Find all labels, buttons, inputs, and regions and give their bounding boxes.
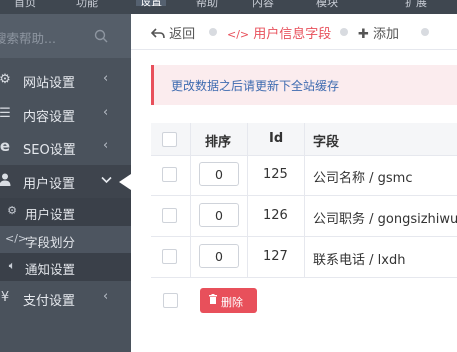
header-field-cell: 字段 xyxy=(304,123,457,155)
row-checkbox[interactable] xyxy=(162,249,177,264)
row-field: 公司名称 / gsmc xyxy=(313,171,413,186)
sidebar-item-user-settings[interactable]: 用户设置 xyxy=(0,165,131,198)
sidebar-search[interactable]: 搜索帮助... xyxy=(0,14,131,58)
row-id: 127 xyxy=(263,249,288,264)
gear-icon: ⚙ xyxy=(7,204,17,217)
plus-icon: ✚ xyxy=(358,27,369,42)
tab-add-label: 添加 xyxy=(373,27,400,42)
active-menu-pointer xyxy=(119,174,131,190)
submenu-item-label: 字段划分 xyxy=(25,235,76,250)
order-input[interactable]: 0 xyxy=(199,203,239,227)
seo-e-icon: e xyxy=(0,137,11,155)
submenu-item-field-division[interactable]: </> 字段划分 xyxy=(0,226,131,253)
main-content: 返回 </> 用户信息字段 ✚ 添加 更改数据之后请更新下全站缓存 排序 Id xyxy=(131,14,457,352)
sidebar-item-label: 网站设置 xyxy=(23,76,76,91)
top-nav-item[interactable]: 首页 xyxy=(14,0,36,9)
user-settings-submenu: ⚙ 用户设置 </> 字段划分 🔈︎ 通知设置 xyxy=(0,198,131,281)
table-row: 0 127 联系电话 / lxdh xyxy=(151,237,457,278)
header-order-cell: 排序 xyxy=(190,123,248,155)
row-select-cell xyxy=(151,155,191,195)
delete-button[interactable]: 删除 xyxy=(200,288,257,313)
tab-separator-dot xyxy=(340,28,348,36)
list-icon: ☰ xyxy=(0,106,11,121)
row-order-cell: 0 xyxy=(190,237,248,277)
chevron-left-icon: ‹ xyxy=(103,138,109,153)
search-input[interactable]: 搜索帮助... xyxy=(0,28,56,47)
sidebar-item-payment-settings[interactable]: ¥ 支付设置 ‹ xyxy=(0,282,131,314)
back-label: 返回 xyxy=(169,27,196,42)
sidebar-item-label: SEO设置 xyxy=(23,143,76,158)
submenu-item-notification-settings[interactable]: 🔈︎ 通知设置 xyxy=(0,253,131,280)
table-header-row: 排序 Id 字段 xyxy=(151,123,457,156)
table-row: 0 125 公司名称 / gsmc xyxy=(151,155,457,196)
row-id-cell: 125 xyxy=(247,155,305,195)
alert-message: 更改数据之后请更新下全站缓存 xyxy=(171,79,340,93)
row-field-cell: 公司名称 / gsmc xyxy=(304,155,457,195)
search-icon[interactable] xyxy=(94,28,108,47)
sidebar-item-site-settings[interactable]: ⚙ 网站设置 ‹ xyxy=(0,64,131,96)
sidebar-item-label: 内容设置 xyxy=(23,110,76,125)
header-select-cell xyxy=(151,123,191,155)
order-input[interactable]: 0 xyxy=(199,162,239,186)
sidebar-item-label: 支付设置 xyxy=(23,294,76,309)
yen-icon: ¥ xyxy=(0,290,10,305)
back-arrow-icon xyxy=(150,27,169,42)
tab-bar: 返回 </> 用户信息字段 ✚ 添加 xyxy=(131,14,457,50)
row-order-cell: 0 xyxy=(190,155,248,195)
row-field: 公司职务 / gongsizhiwu xyxy=(313,212,457,227)
submenu-item-label: 通知设置 xyxy=(25,262,76,277)
table-row: 0 126 公司职务 / gongsizhiwu xyxy=(151,196,457,237)
row-field-cell: 联系电话 / lxdh xyxy=(304,237,457,277)
row-id-cell: 127 xyxy=(247,237,305,277)
code-icon: </> xyxy=(227,28,250,41)
code-icon: </> xyxy=(5,232,28,245)
row-field: 联系电话 / lxdh xyxy=(313,253,406,268)
tab-current-label: 用户信息字段 xyxy=(253,27,332,42)
row-checkbox[interactable] xyxy=(162,167,177,182)
row-id: 126 xyxy=(263,208,288,223)
header-id-cell: Id xyxy=(247,123,305,155)
sidebar-item-seo-settings[interactable]: e SEO设置 ‹ xyxy=(0,131,131,163)
cache-alert: 更改数据之后请更新下全站缓存 xyxy=(151,65,457,105)
chevron-left-icon: ‹ xyxy=(103,289,109,304)
delete-button-label: 删除 xyxy=(221,296,243,309)
sidebar-item-label: 用户设置 xyxy=(23,177,76,192)
tab-current[interactable]: </> 用户信息字段 xyxy=(227,23,331,42)
volume-icon: 🔈︎ xyxy=(8,259,16,272)
top-nav-item[interactable]: 内容 xyxy=(252,0,274,9)
tab-add[interactable]: ✚ 添加 xyxy=(358,23,399,42)
row-checkbox[interactable] xyxy=(162,208,177,223)
top-nav-item[interactable]: 帮助 xyxy=(196,0,218,9)
sidebar: 搜索帮助... ⚙ 网站设置 ‹ ☰ 内容设置 ‹ e SEO设置 ‹ 用户设置… xyxy=(0,14,131,352)
chevron-left-icon: ‹ xyxy=(103,105,109,120)
back-tab[interactable]: 返回 xyxy=(150,23,196,42)
top-nav-item[interactable]: 功能 xyxy=(76,0,98,9)
submenu-item-label: 用户设置 xyxy=(25,207,76,222)
gear-icon: ⚙ xyxy=(0,72,11,87)
row-select-cell xyxy=(151,237,191,277)
top-nav-bar: 首页 功能 设置 帮助 内容 模块 扩展 xyxy=(0,0,457,14)
bulk-select-checkbox[interactable] xyxy=(163,293,178,308)
order-input[interactable]: 0 xyxy=(199,244,239,268)
user-icon xyxy=(0,173,12,189)
column-header-field: 字段 xyxy=(313,135,340,150)
chevron-down-icon xyxy=(101,173,112,188)
row-select-cell xyxy=(151,196,191,236)
row-order-cell: 0 xyxy=(190,196,248,236)
chevron-left-icon: ‹ xyxy=(103,71,109,86)
select-all-checkbox[interactable] xyxy=(162,132,177,147)
row-field-cell: 公司职务 / gongsizhiwu xyxy=(304,196,457,236)
tab-separator-dot xyxy=(209,28,217,36)
column-header-id: Id xyxy=(269,131,284,146)
top-nav-item-active[interactable]: 设置 xyxy=(136,0,166,8)
top-nav-item[interactable]: 模块 xyxy=(316,0,338,9)
row-id-cell: 126 xyxy=(247,196,305,236)
tab-separator-dot xyxy=(421,28,429,36)
top-nav-item[interactable]: 扩展 xyxy=(405,0,427,9)
row-id: 125 xyxy=(263,167,288,182)
submenu-item-user-settings[interactable]: ⚙ 用户设置 xyxy=(0,198,131,225)
sidebar-item-content-settings[interactable]: ☰ 内容设置 ‹ xyxy=(0,98,131,130)
column-header-order: 排序 xyxy=(205,135,232,150)
trash-icon xyxy=(209,294,217,304)
